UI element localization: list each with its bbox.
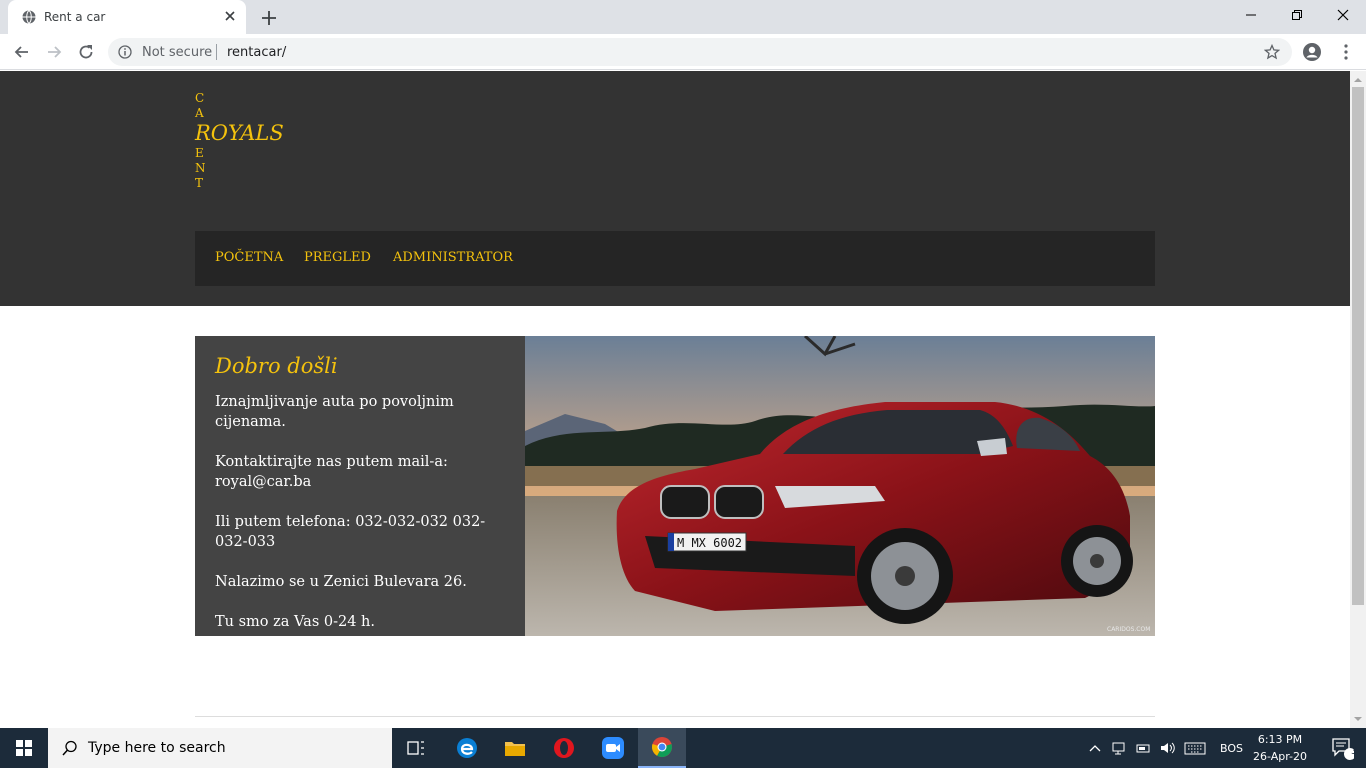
logo-title: ROYALS — [195, 121, 284, 145]
bookmark-star-icon[interactable] — [1264, 44, 1280, 60]
logo-letter: A — [195, 106, 204, 120]
clock-time: 6:13 PM — [1257, 733, 1303, 746]
profile-avatar-icon[interactable] — [1302, 42, 1322, 62]
taskbar-opera[interactable] — [540, 728, 588, 768]
forward-arrow-icon[interactable] — [44, 42, 64, 62]
close-window-button[interactable] — [1320, 0, 1366, 30]
site-logo[interactable]: C A ROYALS E N T — [195, 91, 284, 191]
minimize-button[interactable] — [1228, 0, 1274, 30]
info-paragraph: Ili putem telefona: 032-032-032 032-032-… — [215, 514, 486, 550]
windows-taskbar: Type here to search BOS 6:13 PM 26-Apr-2… — [0, 728, 1366, 768]
taskbar-file-explorer[interactable] — [491, 728, 539, 768]
nav-pocetna[interactable]: POČETNA — [215, 250, 283, 265]
red-suv-picture: M MX 6002 CARIDOS.COM — [525, 336, 1155, 636]
opera-icon — [554, 738, 574, 758]
taskbar-clock[interactable]: 6:13 PM 26-Apr-20 — [1250, 731, 1310, 765]
car-image: M MX 6002 CARIDOS.COM — [525, 336, 1155, 636]
network-icon[interactable] — [1112, 741, 1128, 755]
browser-tab[interactable]: Rent a car — [8, 0, 246, 34]
folder-icon — [505, 742, 525, 756]
globe-icon — [22, 10, 36, 24]
new-tab-icon[interactable] — [258, 7, 280, 29]
browser-toolbar: Not secure rentacar/ — [0, 34, 1366, 70]
address-bar[interactable]: Not secure rentacar/ — [108, 38, 1292, 66]
minimize-icon — [1246, 14, 1256, 16]
restore-icon — [1292, 10, 1302, 20]
search-placeholder: Type here to search — [88, 740, 226, 756]
zoom-icon — [602, 737, 624, 759]
reload-icon[interactable] — [76, 42, 96, 62]
task-view-icon — [407, 741, 424, 755]
tab-strip: Rent a car — [0, 0, 1366, 34]
url-text[interactable]: rentacar/ — [227, 45, 286, 60]
info-paragraph: Kontaktirajte nas putem mail-a: royal@ca… — [215, 454, 448, 490]
logo-letter: E — [195, 146, 204, 160]
system-tray: BOS — [1088, 728, 1243, 768]
logo-letter: T — [195, 176, 204, 190]
task-view-button[interactable] — [392, 728, 440, 768]
logo-letter: N — [195, 161, 206, 175]
chevron-up-icon[interactable] — [1088, 743, 1102, 753]
page-scrollbar[interactable] — [1350, 71, 1366, 728]
action-center-button[interactable]: 3 — [1318, 728, 1366, 768]
nav-pregled[interactable]: PREGLED — [304, 250, 371, 265]
info-paragraph: Tu smo za Vas 0-24 h. — [215, 614, 376, 630]
battery-icon[interactable] — [1136, 741, 1152, 755]
site-header: C A ROYALS E N T POČETNA PREGLED ADMINIS… — [0, 71, 1350, 306]
back-arrow-icon[interactable] — [12, 42, 32, 62]
footer-divider — [195, 716, 1155, 717]
close-tab-icon[interactable] — [222, 8, 238, 24]
tab-title: Rent a car — [44, 10, 106, 24]
scrollbar-thumb[interactable] — [1352, 87, 1364, 605]
taskbar-chrome[interactable] — [638, 728, 686, 768]
chrome-icon — [652, 737, 672, 758]
hero-section: Dobro došli Iznajmljivanje auta po povol… — [195, 336, 1155, 636]
image-watermark: CARIDOS.COM — [1107, 626, 1150, 633]
welcome-title: Dobro došli — [215, 354, 338, 378]
language-indicator[interactable]: BOS — [1220, 742, 1243, 755]
info-paragraph: Nalazimo se u Zenici Bulevara 26. — [215, 574, 467, 590]
logo-letter: C — [195, 91, 205, 105]
windows-logo-icon — [16, 740, 32, 756]
volume-icon[interactable] — [1160, 741, 1176, 755]
clock-date: 26-Apr-20 — [1252, 750, 1308, 763]
close-icon — [1337, 9, 1349, 21]
edge-icon — [457, 738, 477, 758]
start-button[interactable] — [0, 728, 48, 768]
menu-dots-icon[interactable] — [1336, 42, 1356, 62]
notification-count: 3 — [1351, 746, 1358, 757]
taskbar-search[interactable]: Type here to search — [48, 728, 392, 768]
security-label: Not secure — [142, 45, 213, 60]
info-icon[interactable] — [118, 45, 132, 59]
nav-administrator[interactable]: ADMINISTRATOR — [393, 250, 513, 265]
page-viewport: C A ROYALS E N T POČETNA PREGLED ADMINIS… — [0, 71, 1350, 728]
scroll-up-icon[interactable] — [1350, 73, 1366, 87]
taskbar-edge[interactable] — [443, 728, 491, 768]
welcome-panel: Dobro došli Iznajmljivanje auta po povol… — [195, 336, 525, 636]
scroll-down-icon[interactable] — [1350, 712, 1366, 726]
license-plate: M MX 6002 — [677, 536, 742, 550]
info-paragraph: Iznajmljivanje auta po povoljnim cijenam… — [215, 394, 454, 430]
restore-button[interactable] — [1274, 0, 1320, 30]
keyboard-icon[interactable] — [1184, 741, 1206, 755]
taskbar-zoom[interactable] — [589, 728, 637, 768]
search-icon — [62, 740, 77, 756]
main-nav: POČETNA PREGLED ADMINISTRATOR — [195, 231, 1155, 286]
address-separator — [216, 44, 217, 60]
